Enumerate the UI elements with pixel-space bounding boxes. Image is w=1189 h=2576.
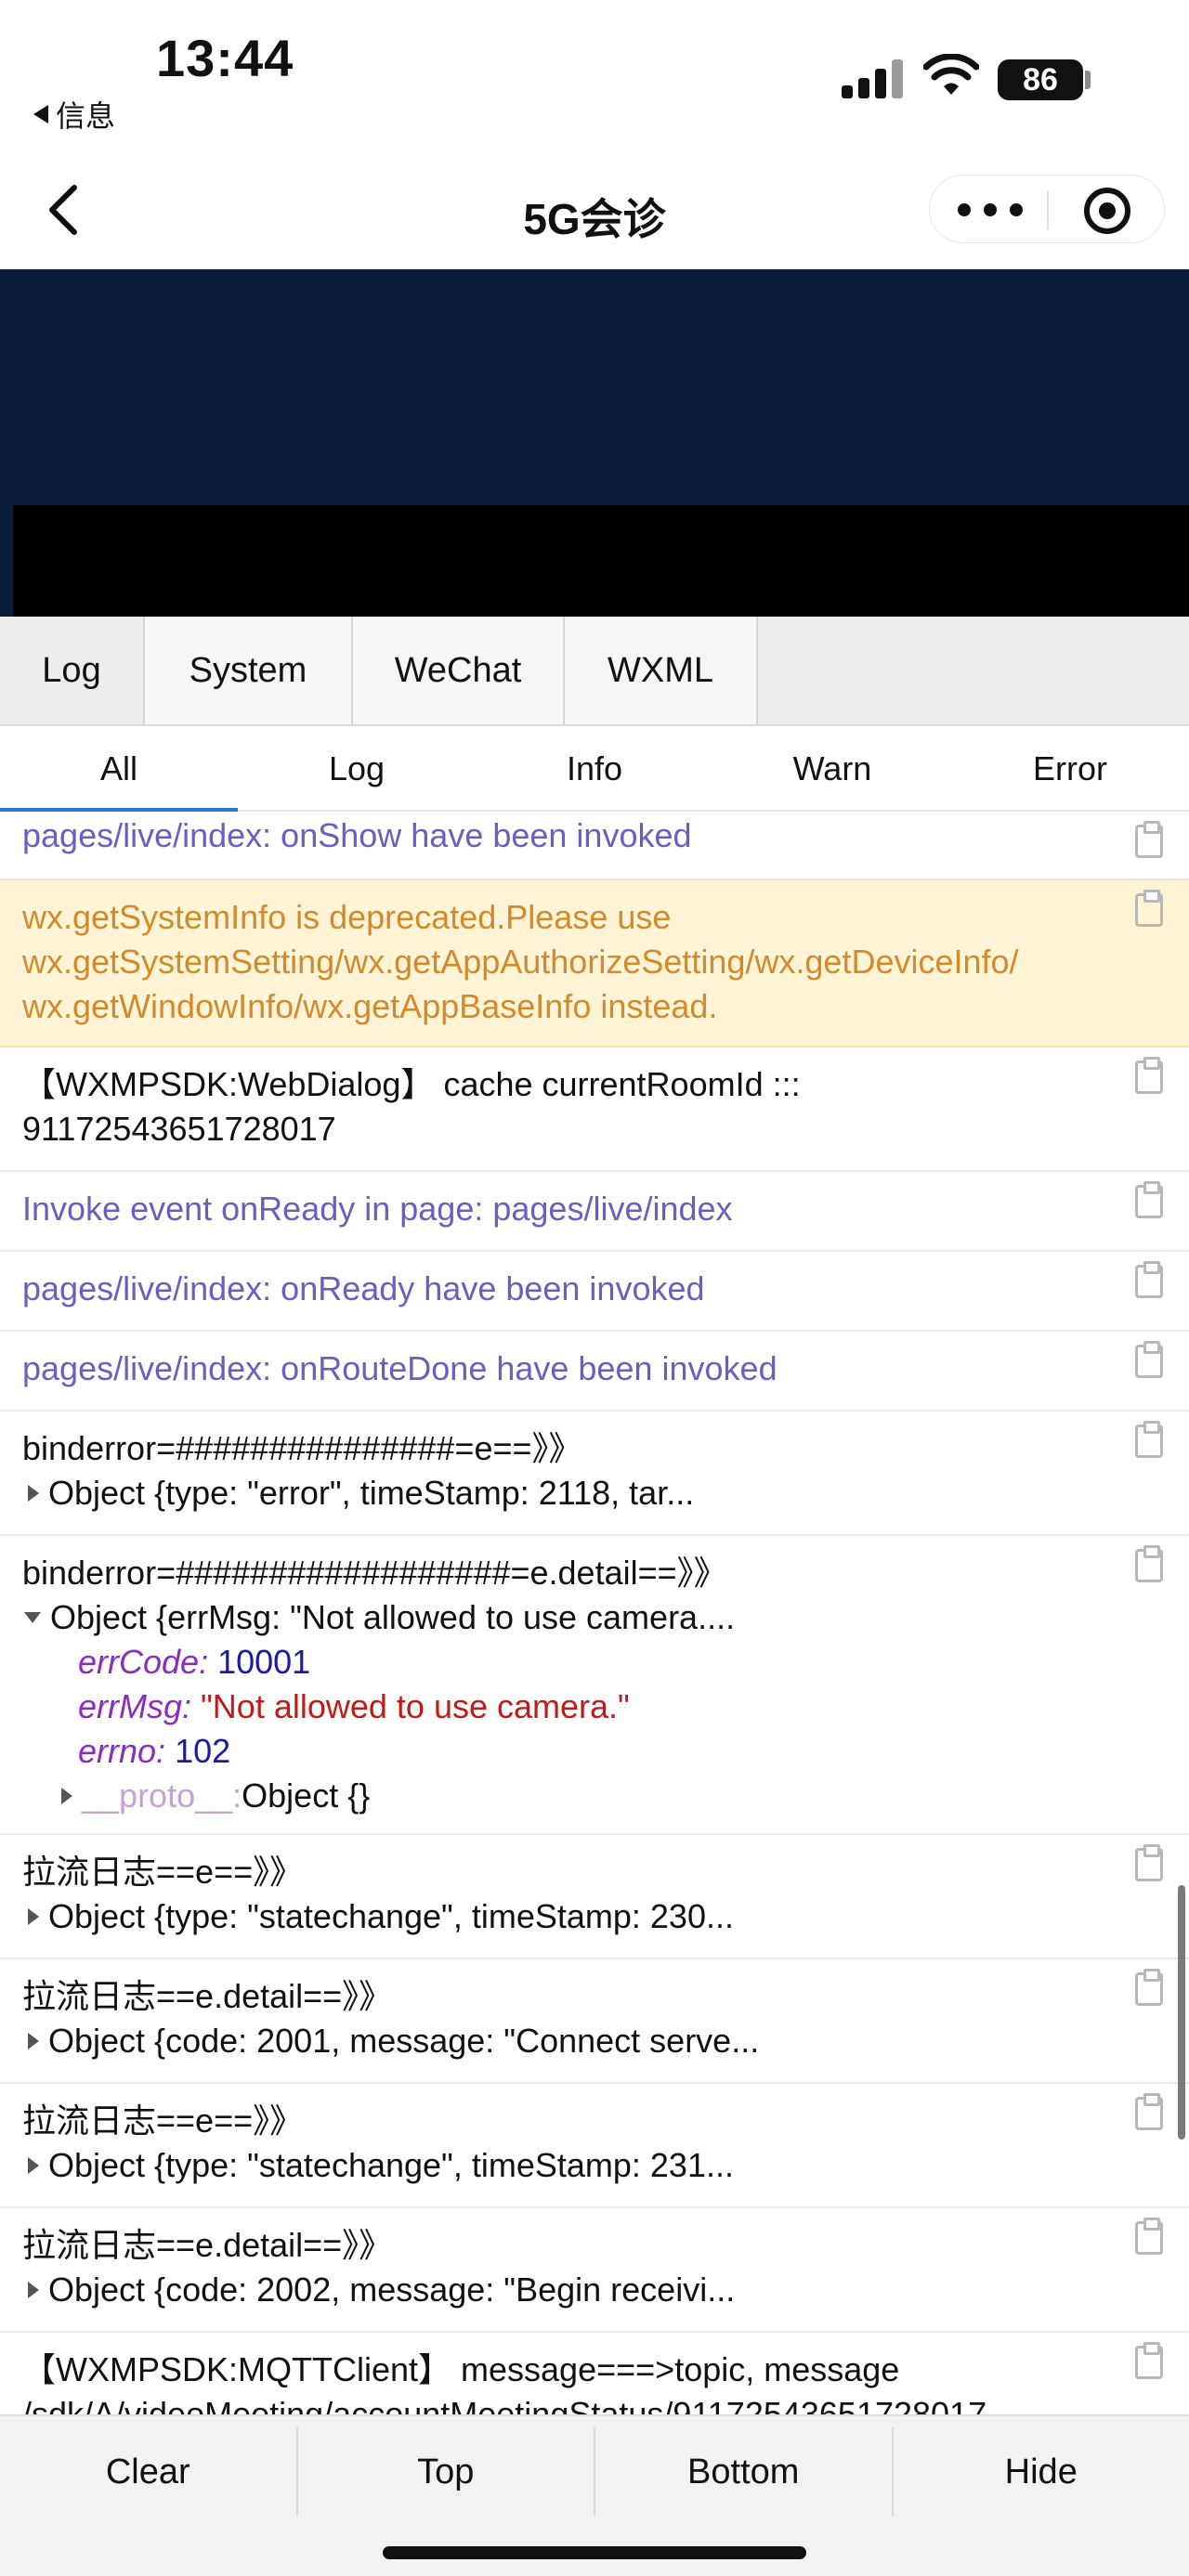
vconsole-tabs: Log System WeChat WXML bbox=[0, 617, 1189, 726]
log-text: 【WXMPSDK:MQTTClient】 message===>topic, m… bbox=[22, 2350, 987, 2414]
expand-caret-icon[interactable] bbox=[28, 2282, 39, 2298]
log-text: 【WXMPSDK:WebDialog】 cache currentRoomId … bbox=[22, 1065, 801, 1148]
log-text: 拉流日志==e.detail==》》 bbox=[22, 1977, 393, 2015]
object-preview: Object {code: 2002, message: "Begin rece… bbox=[48, 2270, 736, 2309]
log-text: 拉流日志==e==》》 bbox=[22, 2101, 304, 2140]
more-icon[interactable] bbox=[958, 196, 1023, 224]
copy-icon[interactable] bbox=[1135, 1969, 1163, 2006]
copy-icon[interactable] bbox=[1135, 890, 1163, 927]
object-preview: Object {errMsg: "Not allowed to use came… bbox=[50, 1598, 736, 1636]
filter-all[interactable]: All bbox=[0, 726, 238, 812]
copy-icon[interactable] bbox=[1135, 1844, 1163, 1881]
expand-caret-icon[interactable] bbox=[28, 1908, 39, 1925]
tab-wechat[interactable]: WeChat bbox=[353, 617, 565, 724]
copy-icon[interactable] bbox=[1135, 1545, 1163, 1582]
navigation-bar: 5G会诊 bbox=[0, 149, 1189, 269]
proto-row[interactable]: __proto__: Object {} bbox=[22, 1774, 1105, 1818]
home-indicator[interactable] bbox=[383, 2546, 806, 2559]
status-bar: 13:44 信息 86 bbox=[0, 0, 1189, 149]
object-preview: Object {type: "statechange", timeStamp: … bbox=[48, 2146, 734, 2184]
wifi-icon bbox=[923, 54, 979, 95]
log-text: binderror=##################=e.detail==》… bbox=[22, 1554, 727, 1592]
expand-caret-icon[interactable] bbox=[61, 1788, 72, 1804]
log-text: pages/live/index: onReady have been invo… bbox=[22, 1269, 705, 1308]
object-property: errCode: 10001 bbox=[78, 1643, 311, 1681]
collapse-caret-icon[interactable] bbox=[24, 1612, 41, 1623]
clear-button[interactable]: Clear bbox=[0, 2427, 298, 2517]
copy-icon[interactable] bbox=[1135, 2218, 1163, 2255]
log-item: 拉流日志==e.detail==》》 Object {code: 2002, m… bbox=[0, 2208, 1189, 2333]
back-app-label: 信息 bbox=[56, 99, 116, 133]
copy-icon[interactable] bbox=[1135, 2093, 1163, 2130]
log-item: 【WXMPSDK:WebDialog】 cache currentRoomId … bbox=[0, 1047, 1189, 1172]
copy-icon[interactable] bbox=[1135, 1341, 1163, 1378]
object-row[interactable]: Object {errMsg: "Not allowed to use came… bbox=[22, 1595, 1105, 1640]
log-scrollbar[interactable] bbox=[1178, 1885, 1185, 2140]
tab-system[interactable]: System bbox=[145, 617, 353, 724]
log-text: pages/live/index: onRouteDone have been … bbox=[22, 1349, 777, 1387]
expand-caret-icon[interactable] bbox=[28, 1485, 39, 1502]
hide-button[interactable]: Hide bbox=[894, 2427, 1189, 2517]
log-item: 拉流日志==e==》》 Object {type: "statechange",… bbox=[0, 2084, 1189, 2208]
log-item: binderror=###############=e==》》 Object {… bbox=[0, 1412, 1189, 1536]
object-property: errno: 102 bbox=[78, 1732, 231, 1770]
log-item: binderror=##################=e.detail==》… bbox=[0, 1536, 1189, 1835]
log-item: 【WXMPSDK:MQTTClient】 message===>topic, m… bbox=[0, 2333, 1189, 2414]
log-item: Invoke event onReady in page: pages/live… bbox=[0, 1172, 1189, 1252]
log-filter-bar: All Log Info Warn Error bbox=[0, 726, 1189, 812]
battery-icon: 86 bbox=[998, 59, 1083, 100]
expand-caret-icon[interactable] bbox=[28, 2157, 39, 2174]
log-text: Invoke event onReady in page: pages/live… bbox=[22, 1190, 733, 1228]
copy-icon[interactable] bbox=[1135, 1181, 1163, 1218]
capsule-divider bbox=[1047, 190, 1049, 229]
vconsole-toolbar: Clear Top Bottom Hide bbox=[0, 2414, 1189, 2576]
filter-warn[interactable]: Warn bbox=[713, 726, 951, 810]
log-text: binderror=###############=e==》》 bbox=[22, 1429, 582, 1467]
log-list[interactable]: pages/live/index: onShow have been invok… bbox=[0, 812, 1189, 2414]
object-row[interactable]: Object {type: "statechange", timeStamp: … bbox=[22, 2143, 1105, 2188]
copy-icon[interactable] bbox=[1135, 2342, 1163, 2379]
bottom-button[interactable]: Bottom bbox=[595, 2427, 894, 2517]
back-to-app-link[interactable]: 信息 bbox=[33, 93, 115, 136]
log-item: pages/live/index: onReady have been invo… bbox=[0, 1252, 1189, 1332]
miniprogram-capsule bbox=[929, 175, 1165, 243]
object-preview: Object {code: 2001, message: "Connect se… bbox=[48, 2022, 760, 2060]
log-text: wx.getSystemInfo is deprecated.Please us… bbox=[22, 898, 1019, 1025]
copy-icon[interactable] bbox=[1135, 1261, 1163, 1298]
log-text: 拉流日志==e==》》 bbox=[22, 1853, 304, 1891]
log-text: 拉流日志==e.detail==》》 bbox=[22, 2226, 393, 2264]
live-player[interactable] bbox=[13, 505, 1189, 617]
log-item: 拉流日志==e==》》 Object {type: "statechange",… bbox=[0, 1835, 1189, 1959]
filter-error[interactable]: Error bbox=[951, 726, 1189, 810]
log-item: pages/live/index: onRouteDone have been … bbox=[0, 1332, 1189, 1412]
close-miniprogram-icon[interactable] bbox=[1084, 188, 1130, 234]
cellular-signal-icon bbox=[842, 59, 903, 98]
expand-caret-icon[interactable] bbox=[28, 2033, 39, 2049]
object-row[interactable]: Object {code: 2002, message: "Begin rece… bbox=[22, 2268, 1105, 2312]
object-row[interactable]: Object {type: "statechange", timeStamp: … bbox=[22, 1894, 1105, 1939]
object-row[interactable]: Object {code: 2001, message: "Connect se… bbox=[22, 2019, 1105, 2063]
log-item: pages/live/index: onShow have been invok… bbox=[0, 812, 1189, 880]
battery-cap bbox=[1085, 71, 1091, 89]
filter-log[interactable]: Log bbox=[238, 726, 476, 810]
top-button[interactable]: Top bbox=[298, 2427, 595, 2517]
tab-wxml[interactable]: WXML bbox=[565, 617, 758, 724]
live-video-area[interactable] bbox=[0, 269, 1189, 617]
object-property: errMsg: "Not allowed to use camera." bbox=[78, 1687, 630, 1725]
copy-icon[interactable] bbox=[1135, 1057, 1163, 1094]
log-text: pages/live/index: onShow have been invok… bbox=[22, 816, 692, 854]
status-time: 13:44 bbox=[156, 29, 294, 87]
object-preview: Object {type: "error", timeStamp: 2118, … bbox=[48, 1474, 695, 1512]
copy-icon[interactable] bbox=[1135, 1421, 1163, 1458]
copy-icon[interactable] bbox=[1135, 821, 1163, 858]
back-triangle-icon bbox=[33, 105, 48, 124]
filter-info[interactable]: Info bbox=[476, 726, 713, 810]
tab-log[interactable]: Log bbox=[0, 617, 145, 724]
object-row[interactable]: Object {type: "error", timeStamp: 2118, … bbox=[22, 1471, 1105, 1516]
object-preview: Object {type: "statechange", timeStamp: … bbox=[48, 1897, 734, 1935]
log-item-warning: wx.getSystemInfo is deprecated.Please us… bbox=[0, 880, 1189, 1047]
log-item: 拉流日志==e.detail==》》 Object {code: 2001, m… bbox=[0, 1959, 1189, 2084]
